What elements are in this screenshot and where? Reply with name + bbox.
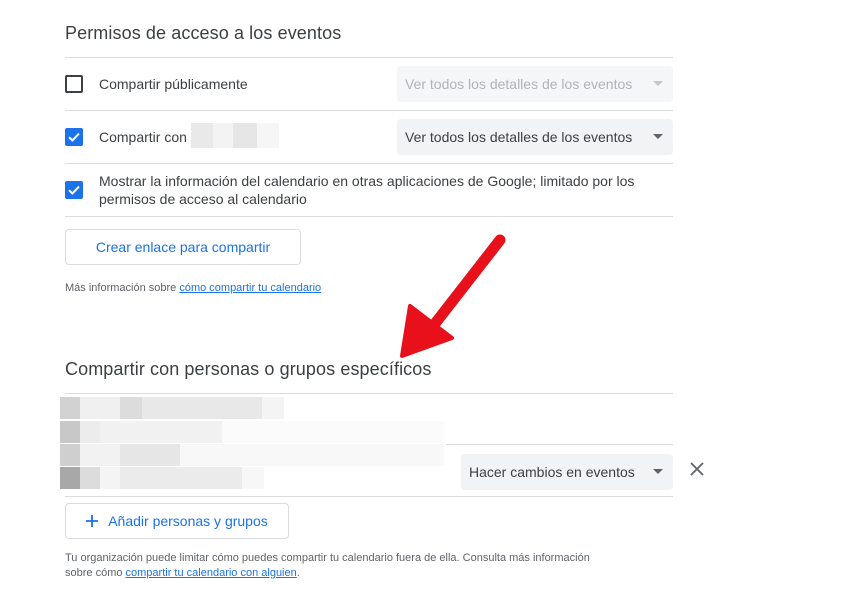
public-share-row: Compartir públicamente Ver todos los det…: [65, 58, 673, 110]
caret-down-icon: [653, 134, 663, 139]
show-info-label-line2: permisos de acceso al calendario: [99, 191, 307, 207]
check-icon: [68, 132, 80, 142]
divider: [65, 393, 673, 394]
add-people-groups-label: Añadir personas y grupos: [108, 513, 268, 529]
org-limit-line1: Tu organización puede limitar cómo puede…: [65, 552, 590, 564]
person-permission-select[interactable]: Hacer cambios en eventos: [461, 454, 673, 490]
divider: [65, 216, 673, 217]
share-with-checkbox[interactable]: [65, 128, 83, 146]
org-limit-line2: sobre cómo compartir tu calendario con a…: [65, 566, 590, 581]
how-to-share-link[interactable]: cómo compartir tu calendario: [179, 282, 321, 294]
show-info-label: Mostrar la información del calendario en…: [99, 172, 634, 208]
close-icon[interactable]: [689, 461, 705, 477]
org-limit-prefix: sobre cómo: [65, 567, 126, 579]
caret-down-icon: [653, 81, 663, 86]
red-arrow-icon: [400, 234, 506, 358]
divider: [446, 444, 673, 445]
create-share-link-button[interactable]: Crear enlace para compartir: [65, 229, 301, 265]
public-share-permission-value: Ver todos los detalles de los eventos: [405, 76, 633, 92]
share-with-label: Compartir con: [99, 129, 187, 145]
access-permissions-title: Permisos de acceso a los eventos: [65, 23, 342, 43]
share-calendar-with-someone-link[interactable]: compartir tu calendario con alguien: [126, 567, 297, 579]
org-limit-suffix: .: [296, 567, 300, 579]
show-info-row: Mostrar la información del calendario en…: [65, 164, 673, 216]
divider: [65, 496, 673, 497]
org-limit-text: Tu organización puede limitar cómo puede…: [65, 551, 590, 581]
add-people-groups-button[interactable]: Añadir personas y grupos: [65, 503, 289, 539]
more-info-prefix: Más información sobre: [65, 282, 180, 294]
more-info-text: Más información sobre cómo compartir tu …: [65, 281, 321, 296]
share-with-permission-value: Ver todos los detalles de los eventos: [405, 129, 633, 145]
share-with-row: Compartir con Ver todos los detalles de …: [65, 111, 673, 163]
calendar-sharing-settings: Permisos de acceso a los eventos Compart…: [0, 0, 847, 598]
plus-icon: [86, 515, 99, 527]
public-share-label: Compartir públicamente: [99, 76, 248, 92]
show-info-label-line1: Mostrar la información del calendario en…: [99, 173, 635, 189]
specific-people-title: Compartir con personas o grupos específi…: [65, 359, 432, 379]
public-share-permission-select: Ver todos los detalles de los eventos: [397, 66, 673, 102]
check-icon: [68, 185, 80, 195]
public-share-checkbox[interactable]: [65, 75, 83, 93]
share-with-permission-select[interactable]: Ver todos los detalles de los eventos: [397, 119, 673, 155]
caret-down-icon: [653, 469, 663, 474]
person-permission-value: Hacer cambios en eventos: [469, 464, 635, 480]
show-info-checkbox[interactable]: [65, 181, 83, 199]
